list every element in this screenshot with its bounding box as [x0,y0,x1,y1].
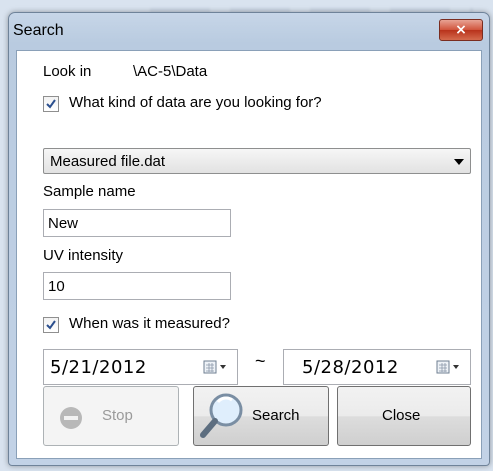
calendar-icon[interactable] [436,360,462,374]
close-button[interactable]: Close [337,386,471,446]
measured-checkbox[interactable] [43,317,59,333]
close-window-button[interactable]: × [439,19,483,41]
chevron-down-icon [454,159,464,165]
date-to-picker[interactable]: 5/28/2012 [283,349,471,385]
magnifier-icon [200,393,243,438]
checkmark-icon [46,99,56,109]
close-label: Close [382,407,421,424]
uv-intensity-value: 10 [48,278,65,295]
search-dialog: Search × Look in \AC-5\Data What kind of… [8,12,490,466]
uv-intensity-input[interactable]: 10 [43,272,231,300]
data-kind-dropdown[interactable]: Measured file.dat [43,148,471,174]
look-in-value: \AC-5\Data [133,63,208,80]
data-kind-label: What kind of data are you looking for? [69,94,322,111]
stop-icon [60,407,82,429]
sample-name-value: New [48,215,79,232]
search-button[interactable]: Search [193,386,329,446]
stop-button[interactable]: Stop [43,386,179,446]
measured-label: When was it measured? [69,315,230,332]
data-kind-checkbox[interactable] [43,96,59,112]
checkmark-icon [46,320,56,330]
date-range-separator: ~ [255,351,266,371]
data-kind-selected: Measured file.dat [50,153,166,170]
search-label: Search [252,407,300,424]
date-to-value: 5/28/2012 [302,357,399,378]
sample-name-label: Sample name [43,183,136,200]
uv-intensity-label: UV intensity [43,247,124,264]
look-in-label: Look in [43,63,92,80]
date-from-value: 5/21/2012 [50,357,147,378]
sample-name-input[interactable]: New [43,209,231,237]
dialog-body: Look in \AC-5\Data What kind of data are… [16,50,482,459]
date-from-picker[interactable]: 5/21/2012 [43,349,238,385]
close-icon: × [455,22,467,38]
calendar-icon[interactable] [203,360,229,374]
stop-label: Stop [102,407,133,424]
dialog-title: Search [13,22,64,39]
